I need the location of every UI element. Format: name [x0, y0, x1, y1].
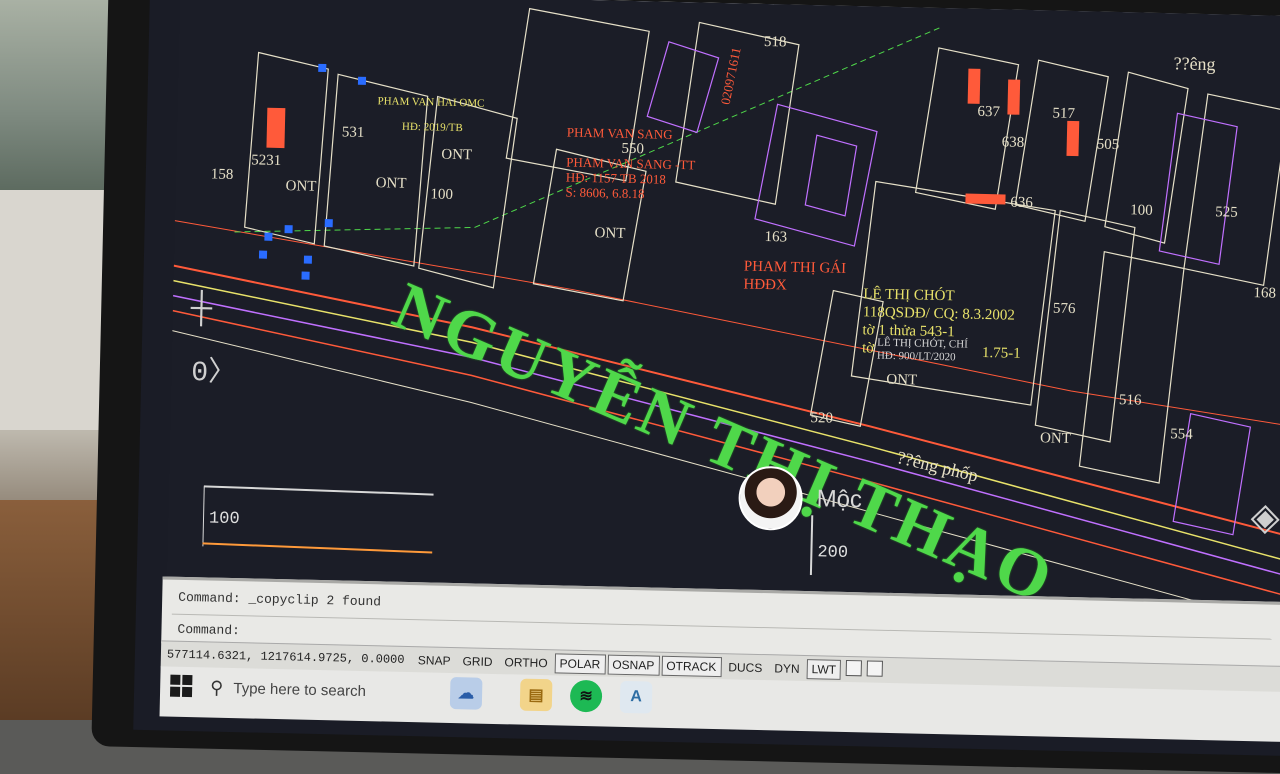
- owner-label: PHAM VAN HAI OMC: [377, 95, 485, 110]
- parcel-number: 100: [1130, 202, 1153, 219]
- parcel-number: 168: [1253, 285, 1277, 302]
- owner-label: LÊ THỊ CHÓT, CHÍ: [877, 336, 968, 351]
- parcel-number: 163: [764, 229, 788, 246]
- osnap-toggle[interactable]: OSNAP: [607, 654, 660, 676]
- parcel-number: 531: [341, 124, 365, 141]
- parcel-outlines: [244, 7, 1280, 484]
- otrack-toggle[interactable]: OTRACK: [661, 655, 722, 678]
- selection-grips: [258, 63, 367, 280]
- land-use-label: ONT: [1039, 430, 1072, 448]
- parcel-number: 518: [763, 33, 787, 51]
- command-prompt[interactable]: Command:: [177, 622, 240, 638]
- owner-label: 118QSDĐ/ CQ: 8.3.2002: [862, 304, 1015, 324]
- owner-label: S: 8606, 6.8.18: [565, 184, 645, 202]
- parcel-number: 100: [430, 186, 454, 203]
- owner-label: PHAM THỊ GÁI: [743, 258, 847, 277]
- drawing-canvas[interactable]: 518 531 5231 158 550 163 576 520 516 554…: [166, 0, 1280, 618]
- land-use-label: ONT: [441, 146, 473, 164]
- layout-icon[interactable]: [866, 660, 884, 677]
- parcel-number: 520: [810, 410, 834, 427]
- snap-toggle[interactable]: SNAP: [413, 650, 456, 671]
- ducs-toggle[interactable]: DUCS: [723, 657, 767, 678]
- parcel-number: 505: [1096, 136, 1120, 154]
- road-label: ??êng: [1173, 53, 1216, 75]
- parcel-number: 516: [1118, 392, 1142, 409]
- land-use-label: ONT: [886, 371, 918, 389]
- file-explorer-icon[interactable]: ▤: [519, 678, 553, 712]
- avatar: [737, 465, 804, 531]
- land-use-label: ONT: [285, 178, 317, 195]
- lwt-toggle[interactable]: LWT: [806, 659, 842, 680]
- presenter-overlay: Mộc: [737, 465, 863, 532]
- scale-value: 200: [817, 543, 849, 563]
- owner-label: 1.75-1: [981, 344, 1021, 362]
- parcel-number: 637: [977, 103, 1001, 121]
- search-icon: ⚲: [209, 677, 224, 698]
- watermark-logo-icon: ◈: [1250, 496, 1280, 539]
- parcel-number: 554: [1170, 426, 1193, 443]
- parcel-number: 517: [1052, 105, 1076, 123]
- ucs-arrow-icon: 0〉: [190, 358, 237, 391]
- owner-label: HĐĐX: [743, 276, 787, 294]
- owner-label: tờ: [861, 340, 875, 357]
- weather-app-icon[interactable]: ☁: [449, 676, 483, 710]
- ucs-crosshair-icon: ┼: [190, 291, 213, 325]
- search-placeholder: Type here to search: [233, 679, 367, 700]
- parcel-number: 576: [1052, 300, 1076, 318]
- model-icon[interactable]: [845, 659, 863, 677]
- parcel-number: 158: [210, 166, 234, 183]
- dyn-toggle[interactable]: DYN: [769, 658, 805, 679]
- command-history-line: Command: _copyclip 2 found: [178, 589, 382, 610]
- land-use-label: ONT: [375, 175, 407, 192]
- owner-label: HĐ: 2019/TB: [401, 120, 463, 135]
- grid-toggle[interactable]: GRID: [457, 651, 497, 672]
- cad-app-icon[interactable]: A: [619, 680, 653, 714]
- owner-label: LÊ THỊ CHÓT: [863, 286, 955, 305]
- owner-label: HĐ: 900/LT/2020: [876, 349, 956, 364]
- ortho-toggle[interactable]: ORTHO: [499, 652, 553, 673]
- parcel-number: 525: [1215, 204, 1238, 221]
- polar-toggle[interactable]: POLAR: [554, 653, 606, 675]
- owner-label: PHAM VAN SANG: [566, 124, 673, 142]
- spotify-icon[interactable]: ≋: [569, 679, 603, 713]
- scale-bar-left: 100: [202, 481, 434, 556]
- parcel-number: 638: [1001, 134, 1025, 151]
- cursor-coordinates: 577114.6321, 1217614.9725, 0.0000: [166, 647, 405, 667]
- taskbar-search[interactable]: ⚲ Type here to search: [210, 672, 441, 709]
- presenter-name: Mộc: [816, 485, 863, 514]
- monitor-screen: ▾ ◈◈: [133, 0, 1280, 756]
- command-divider: [171, 613, 1272, 640]
- parcel-number: 636: [1010, 194, 1034, 212]
- scale-value: 100: [208, 509, 240, 530]
- parcel-number: 5231: [250, 152, 282, 170]
- land-use-label: ONT: [594, 225, 626, 242]
- windows-start-icon[interactable]: [169, 674, 193, 698]
